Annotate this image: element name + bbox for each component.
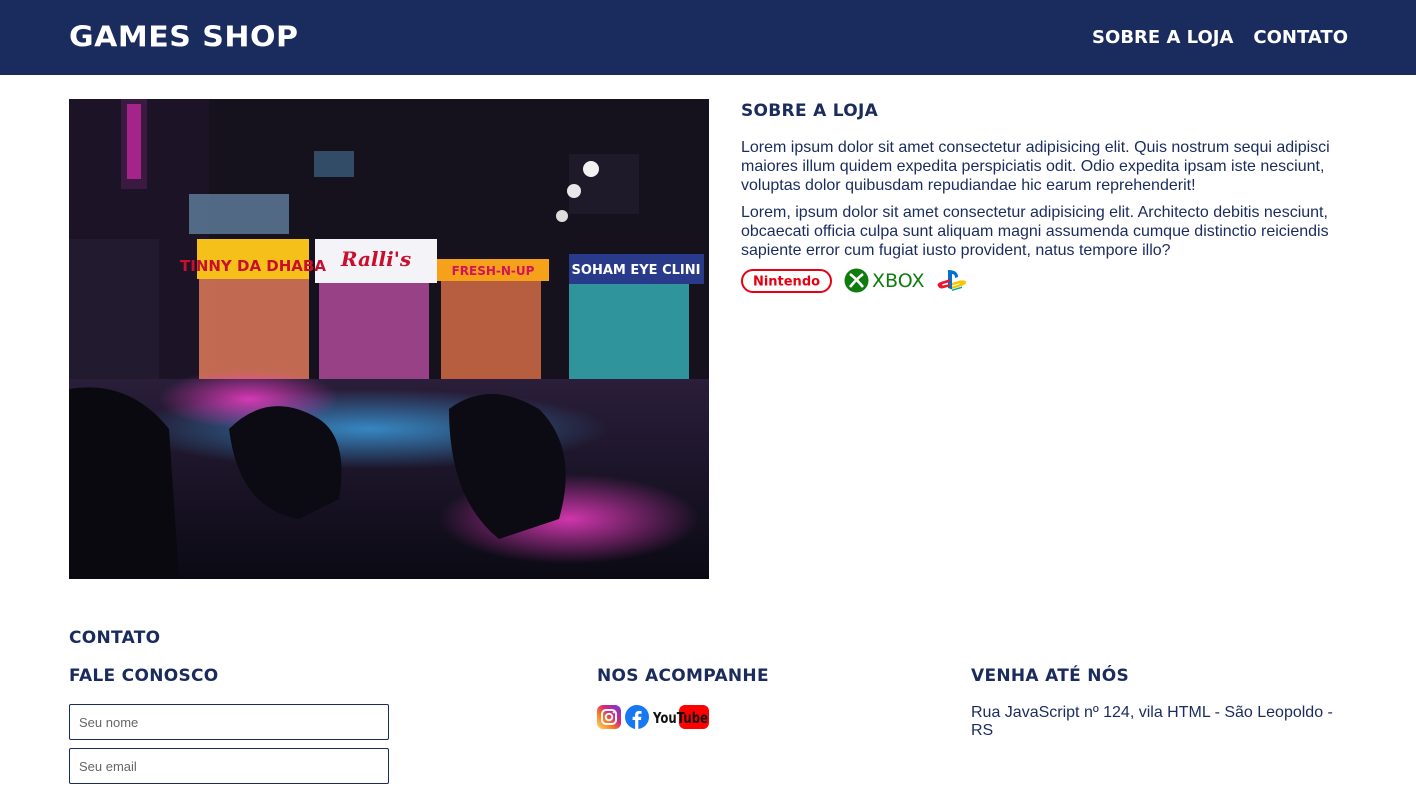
nintendo-logo: Nintendo	[741, 268, 832, 293]
contact-columns: FALE CONOSCO NOS ACOMPANHE	[69, 666, 1349, 796]
nav-link-contato[interactable]: CONTATO	[1253, 27, 1348, 48]
form-title: FALE CONOSCO	[69, 666, 219, 686]
instagram-icon[interactable]	[597, 705, 621, 729]
contact-section: CONTATO FALE CONOSCO NOS ACOMPANHE	[69, 628, 1349, 796]
name-input[interactable]	[69, 704, 389, 740]
about-content: SOBRE A LOJA Lorem ipsum dolor sit amet …	[741, 99, 1349, 293]
xbox-logo: XBOX	[844, 268, 924, 293]
sign-text-soham: SOHAM EYE CLINI	[572, 263, 701, 278]
youtube-icon[interactable]: YouTube	[653, 704, 710, 730]
brand-logo[interactable]: GAMES SHOP	[69, 21, 298, 54]
site-header: GAMES SHOP SOBRE A LOJA CONTATO	[0, 0, 1416, 75]
email-input[interactable]	[69, 748, 389, 784]
social-links: YouTube	[597, 704, 769, 730]
about-paragraph-2: Lorem, ipsum dolor sit amet consectetur …	[741, 204, 1329, 259]
about-title: SOBRE A LOJA	[741, 101, 879, 121]
contact-form-column: FALE CONOSCO	[69, 666, 389, 792]
social-title: NOS ACOMPANHE	[597, 666, 769, 686]
sign-text-dhaba: TINNY DA DHABA	[180, 257, 326, 275]
facebook-icon[interactable]	[625, 705, 649, 729]
address-column: VENHA ATÉ NÓS Rua JavaScript nº 124, vil…	[971, 666, 1351, 740]
xbox-icon	[844, 268, 869, 293]
playstation-icon	[938, 269, 967, 291]
console-brands: Nintendo XBOX	[741, 268, 1349, 293]
address-text: Rua JavaScript nº 124, vila HTML - São L…	[971, 704, 1333, 739]
xbox-label: XBOX	[872, 269, 925, 292]
about-section: TINNY DA DHABA Ralli's FRESH-N-UP SOHAM …	[69, 99, 1349, 579]
nav-link-sobre[interactable]: SOBRE A LOJA	[1092, 27, 1233, 48]
hero-image: TINNY DA DHABA Ralli's FRESH-N-UP SOHAM …	[69, 99, 709, 579]
about-paragraph-1: Lorem ipsum dolor sit amet consectetur a…	[741, 139, 1330, 194]
sign-text-fresh: FRESH-N-UP	[452, 264, 535, 278]
contact-title: CONTATO	[69, 628, 161, 648]
main-nav: SOBRE A LOJA CONTATO	[1092, 27, 1348, 48]
address-title: VENHA ATÉ NÓS	[971, 666, 1130, 686]
youtube-label: YouTube	[653, 709, 708, 727]
social-column: NOS ACOMPANHE YouTube	[597, 666, 769, 730]
sign-text-rallis: Ralli's	[340, 247, 411, 271]
svg-text:Nintendo: Nintendo	[753, 274, 820, 289]
